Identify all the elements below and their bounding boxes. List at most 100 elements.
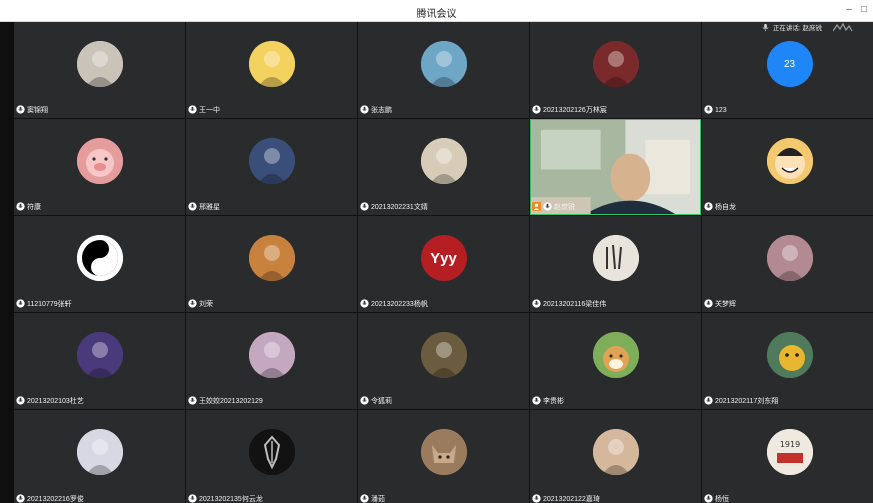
mic-icon [704, 298, 713, 310]
participant-tile[interactable]: 刘荣 [186, 216, 357, 312]
participant-namebar: 20213202116梁佳伟 [532, 298, 606, 310]
participant-tile[interactable]: 20213202122嘉琦 [530, 410, 701, 503]
participant-namebar: 20213202117刘东翔 [704, 395, 778, 407]
yellow-cat [766, 332, 813, 378]
participant-tile[interactable]: 邢雅星 [186, 119, 357, 215]
mic-icon [532, 395, 541, 407]
participant-tile[interactable]: 杨自龙 [702, 119, 873, 215]
participant-tile[interactable]: 20213202117刘东翔 [702, 313, 873, 409]
participant-tile[interactable]: 11210779张轩 [14, 216, 185, 312]
luffy-cartoon [766, 138, 813, 184]
vintage-lady [420, 332, 467, 378]
sunset-sky [248, 332, 295, 378]
mic-icon [532, 104, 541, 116]
participant-name: 潘茹 [371, 496, 385, 503]
mic-icon [360, 493, 369, 503]
participant-tile[interactable]: 20213202216罗俊 [14, 410, 185, 503]
participant-name: 令狐莉 [371, 398, 392, 405]
mic-icon [188, 493, 197, 503]
mic-icon [16, 395, 25, 407]
participant-name: 邢雅星 [199, 204, 220, 211]
participant-name: 符康 [27, 204, 41, 211]
participant-name: 刘荣 [199, 301, 213, 308]
maximize-button[interactable]: □ [857, 3, 871, 17]
participant-tile[interactable]: 关梦辉 [702, 216, 873, 312]
cat-photo [420, 429, 467, 475]
participant-tile[interactable]: 23 123 [702, 22, 873, 118]
participant-name: 赵庶锐 [554, 204, 575, 211]
dragon-emblem [248, 429, 295, 475]
mic-icon [704, 104, 713, 116]
participant-namebar: 王姣姣20213202129 [188, 395, 263, 407]
participant-namebar: 窦锦翔 [16, 104, 48, 116]
mic-icon [360, 395, 369, 407]
participant-namebar: 邢雅星 [188, 201, 220, 213]
participant-name: 张志鹏 [371, 107, 392, 114]
mic-icon [360, 298, 369, 310]
participant-name: 关梦辉 [715, 301, 736, 308]
speaker-mic-icon [762, 23, 769, 31]
participant-tile[interactable]: 20213202126万林宸 [530, 22, 701, 118]
left-edge [0, 22, 14, 503]
participant-name: 20213202216罗俊 [27, 496, 84, 503]
participant-tile[interactable]: 符康 [14, 119, 185, 215]
participant-name: 20213202135何云龙 [199, 496, 263, 503]
anime-face [592, 429, 639, 475]
participant-tile[interactable]: 张志鹏 [358, 22, 529, 118]
mic-icon [188, 104, 197, 116]
participant-tile[interactable]: 20213202116梁佳伟 [530, 216, 701, 312]
mic-icon [16, 298, 25, 310]
mic-icon [532, 298, 541, 310]
participant-namebar: 符康 [16, 201, 41, 213]
participant-name: 窦锦翔 [27, 107, 48, 114]
doll-girl [248, 235, 295, 281]
anime-character [420, 41, 467, 87]
participant-tile[interactable]: 赵庶锐 [530, 119, 701, 215]
title-bar: 腾讯会议 – □ [0, 0, 873, 22]
minimize-button[interactable]: – [842, 3, 856, 17]
participant-tile[interactable]: 20213202103杜艺 [14, 313, 185, 409]
mic-icon [360, 104, 369, 116]
participant-tile[interactable]: 王姣姣20213202129 [186, 313, 357, 409]
participant-namebar: 杨恒 [704, 493, 729, 503]
mic-icon [16, 493, 25, 503]
participant-tile[interactable]: 20213202231文婧 [358, 119, 529, 215]
participant-namebar: 20213202103杜艺 [16, 395, 84, 407]
participant-name: 20213202122嘉琦 [543, 496, 600, 503]
yin-yang-icon [76, 235, 123, 281]
vintage-portrait [420, 138, 467, 184]
two-people-photo [76, 41, 123, 87]
participant-grid: 窦锦翔 王一中 张志鹏 20213202126万林宸 23 123 符康 邢雅星 2021320… [14, 22, 873, 503]
participant-namebar: 王一中 [188, 104, 220, 116]
participant-tile[interactable]: 王一中 [186, 22, 357, 118]
participant-tile[interactable]: 李贵彬 [530, 313, 701, 409]
participant-tile[interactable]: 1919 杨恒 [702, 410, 873, 503]
mic-icon [704, 201, 713, 213]
mic-icon [704, 395, 713, 407]
crayon-shin-chan [248, 41, 295, 87]
mic-icon [188, 201, 197, 213]
participant-name: 20213202126万林宸 [543, 107, 607, 114]
mic-icon [16, 104, 25, 116]
participant-tile[interactable]: 令狐莉 [358, 313, 529, 409]
participant-tile[interactable]: 20213202135何云龙 [186, 410, 357, 503]
participant-namebar: 张志鹏 [360, 104, 392, 116]
anime-boy [248, 138, 295, 184]
neon-figure [76, 332, 123, 378]
participant-name: 杨自龙 [715, 204, 736, 211]
mic-icon [360, 201, 369, 213]
participant-namebar: 20213202122嘉琦 [532, 493, 600, 503]
participant-name: 王一中 [199, 107, 220, 114]
pig-cartoon [76, 138, 123, 184]
participant-name: 杨恒 [715, 496, 729, 503]
participant-namebar: 关梦辉 [704, 298, 736, 310]
shiba-dog [592, 332, 639, 378]
participant-namebar: 20213202126万林宸 [532, 104, 607, 116]
participant-namebar: 赵庶锐 [532, 201, 575, 213]
participant-tile[interactable]: 窦锦翔 [14, 22, 185, 118]
participant-namebar: 123 [704, 104, 727, 116]
participant-name: 11210779张轩 [27, 301, 72, 308]
participant-tile[interactable]: Yyy 20213202233杨帆 [358, 216, 529, 312]
participant-tile[interactable]: 潘茹 [358, 410, 529, 503]
host-icon [532, 201, 541, 213]
